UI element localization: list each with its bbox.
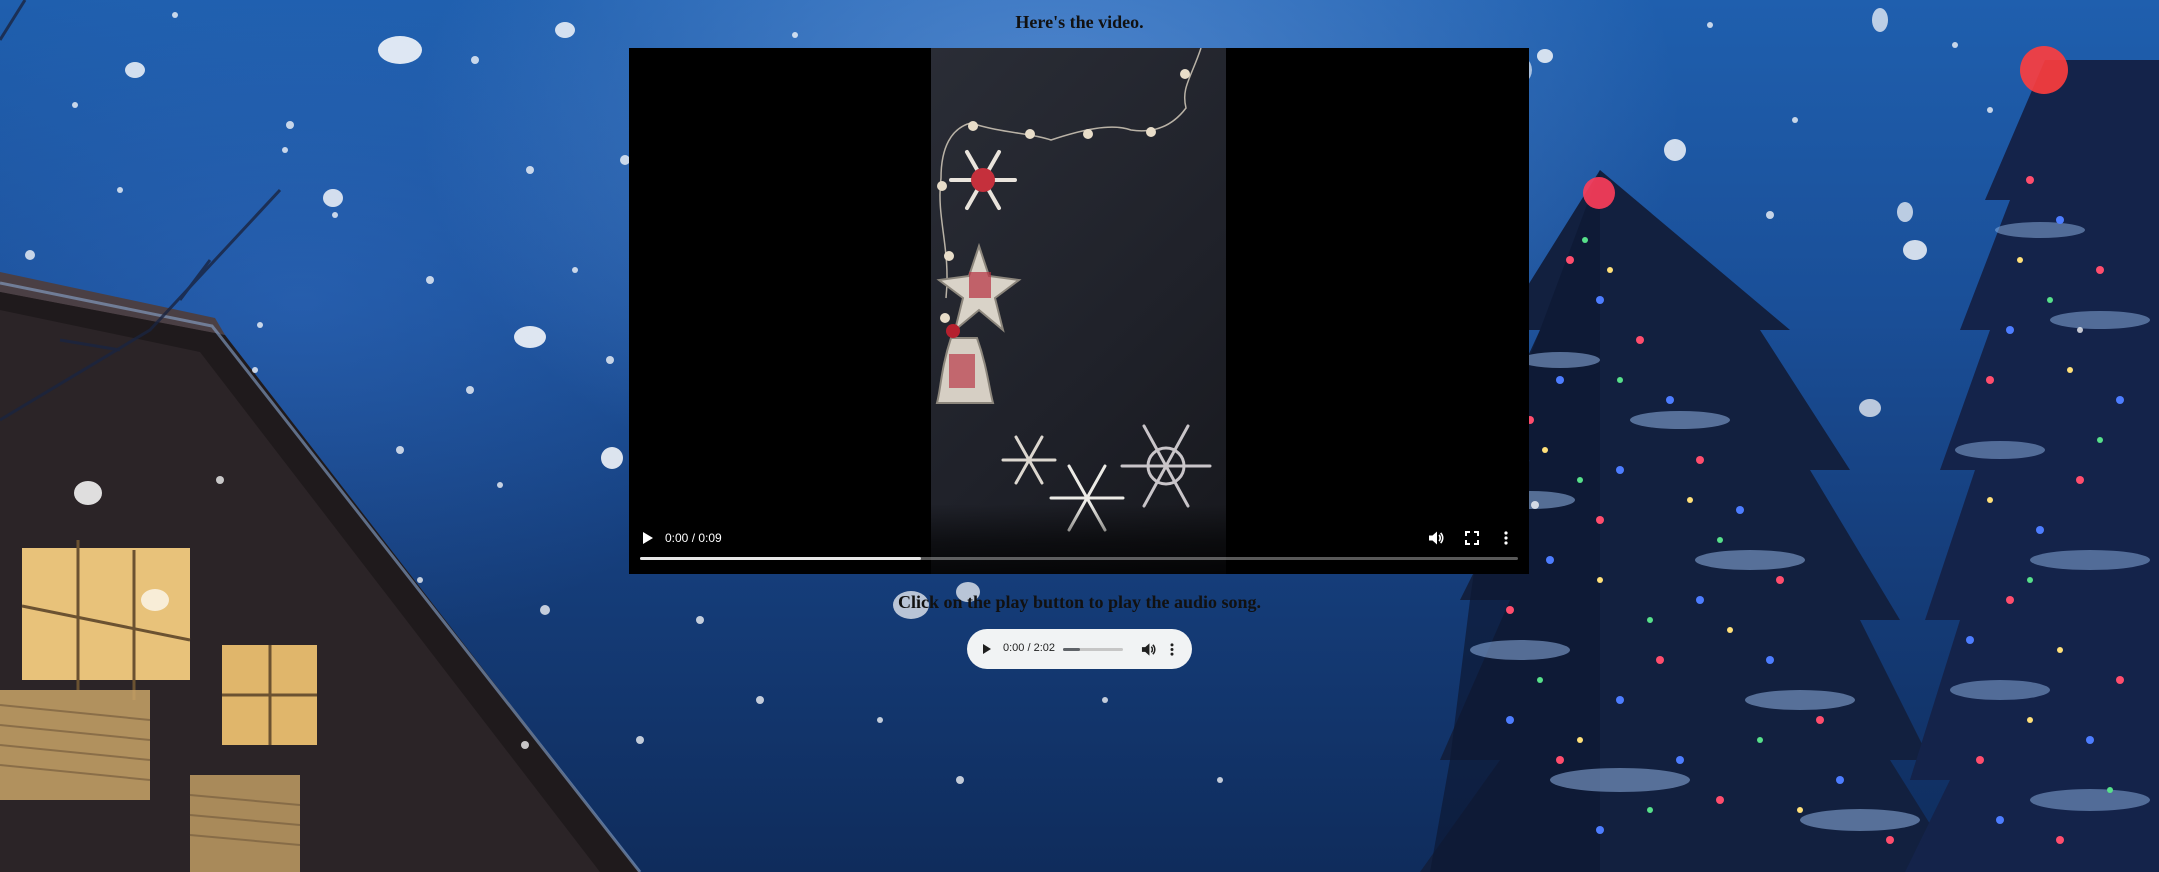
video-volume-button[interactable] — [1425, 527, 1447, 549]
more-options-icon — [1170, 642, 1174, 656]
fullscreen-icon — [1465, 531, 1479, 545]
audio-volume-button[interactable] — [1138, 639, 1158, 659]
video-progress-bar[interactable] — [640, 557, 1518, 560]
video-buffered-fill — [640, 557, 921, 560]
video-play-button[interactable] — [637, 528, 659, 548]
more-options-icon — [1504, 531, 1508, 545]
video-time-display: 0:00 / 0:09 — [665, 531, 722, 545]
audio-buffered-fill — [1063, 648, 1080, 651]
volume-icon — [1141, 642, 1156, 656]
video-heading: Here's the video. — [1015, 12, 1144, 32]
audio-player[interactable]: 0:00 / 2:02 — [967, 629, 1192, 669]
video-player[interactable]: 0:00 / 0:09 — [629, 48, 1529, 574]
play-icon — [643, 532, 653, 544]
video-fullscreen-button[interactable] — [1461, 527, 1483, 549]
audio-heading: Click on the play button to play the aud… — [897, 592, 1262, 612]
audio-time-display: 0:00 / 2:02 — [1003, 642, 1055, 654]
audio-play-button[interactable] — [977, 639, 997, 659]
christmas-ornaments-image — [935, 48, 1212, 532]
audio-more-options-button[interactable] — [1162, 639, 1182, 659]
video-frame[interactable] — [931, 48, 1226, 574]
audio-progress-bar[interactable] — [1063, 648, 1123, 651]
christmas-tree-illustration — [1905, 46, 2159, 872]
video-more-options-button[interactable] — [1495, 527, 1517, 549]
video-controls-bar: 0:00 / 0:09 — [629, 504, 1529, 574]
volume-icon — [1429, 531, 1444, 545]
play-icon — [983, 644, 991, 654]
